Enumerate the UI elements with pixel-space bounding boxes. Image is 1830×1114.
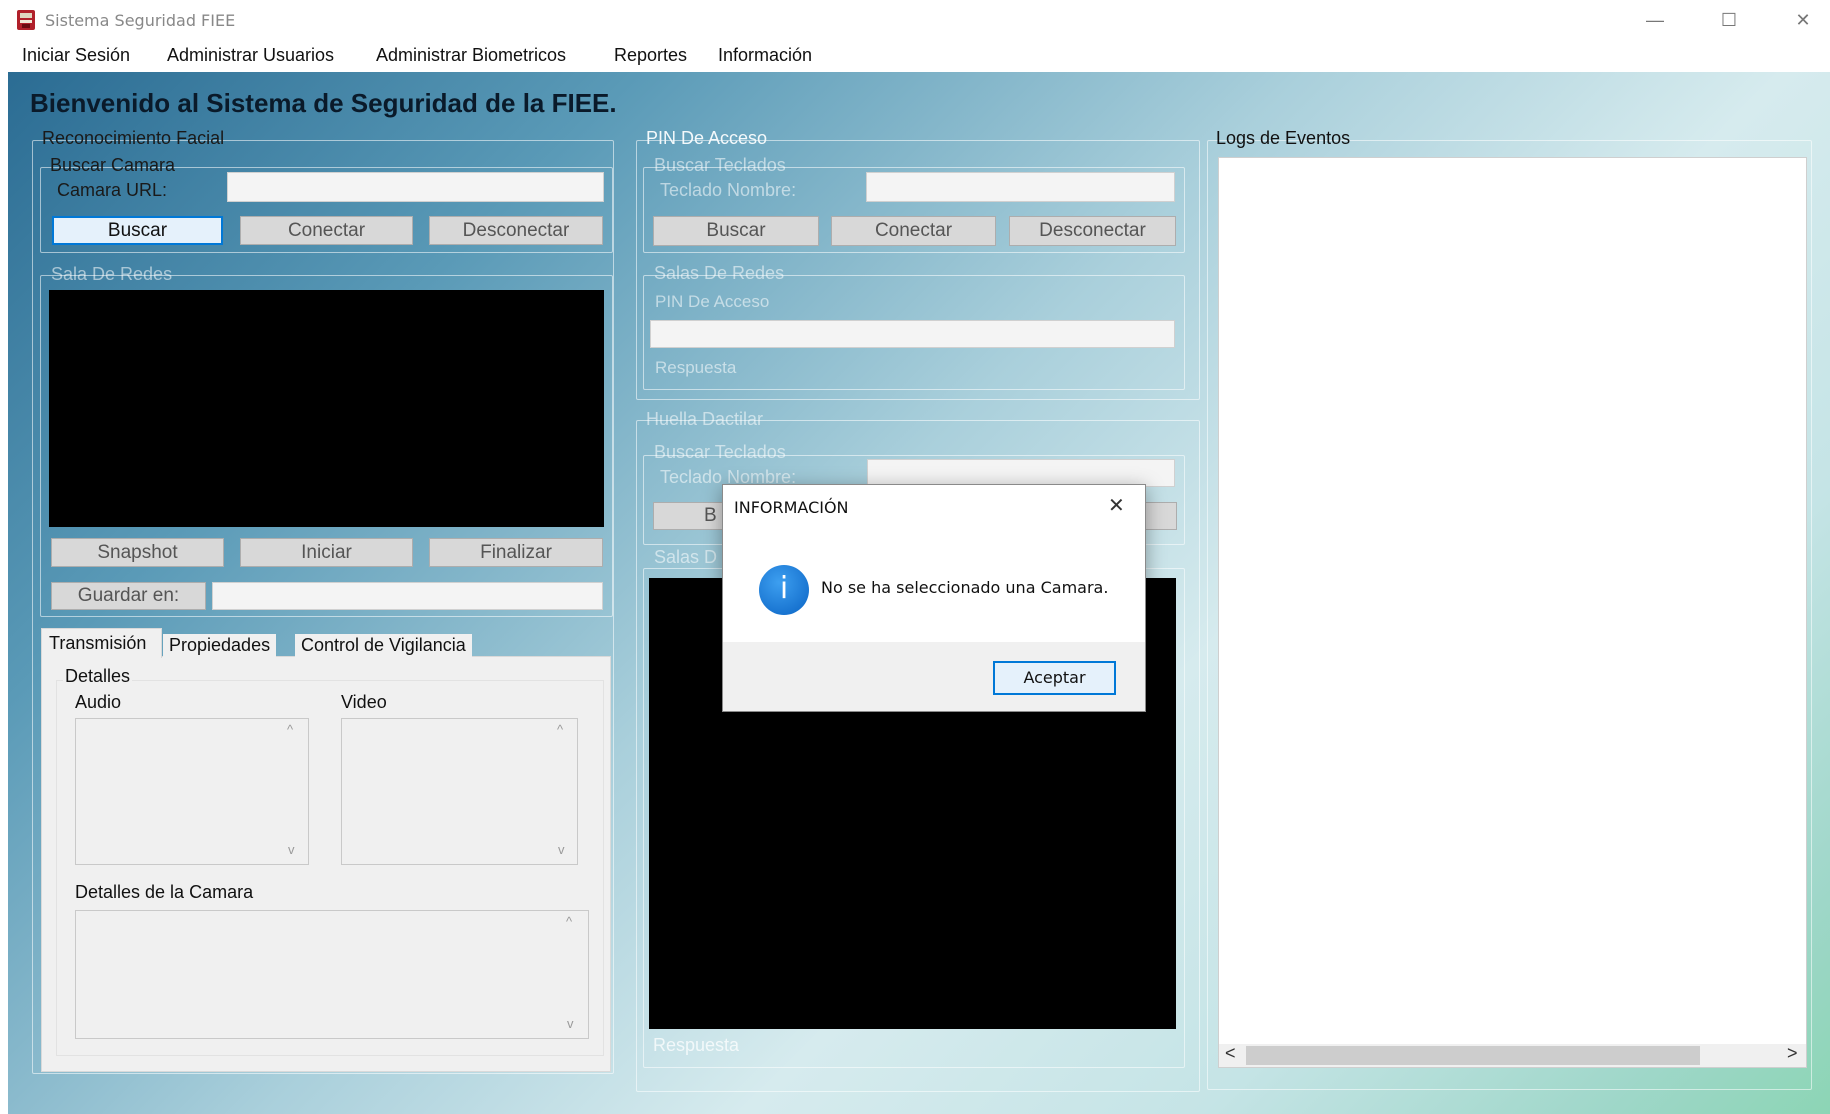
- close-window-button[interactable]: ✕: [1778, 4, 1828, 36]
- start-button[interactable]: Iniciar: [240, 538, 413, 567]
- pin-rooms-label: Salas De Redes: [654, 263, 785, 283]
- fingerprint-keyboard-name-input[interactable]: [867, 459, 1175, 487]
- fingerprint-response-label: Respuesta: [653, 1035, 740, 1055]
- info-dialog: INFORMACIÓN ✕ i No se ha seleccionado un…: [722, 484, 1146, 712]
- event-logs-label: Logs de Eventos: [1216, 128, 1351, 148]
- video-list[interactable]: [341, 718, 578, 865]
- camera-search-label: Buscar Camara: [50, 155, 176, 175]
- video-scroll-down-icon[interactable]: v: [558, 842, 565, 857]
- menu-reportes[interactable]: Reportes: [614, 45, 687, 66]
- details-label: Detalles: [63, 666, 133, 687]
- pin-search-button[interactable]: Buscar: [653, 216, 819, 246]
- audio-scroll-up-icon[interactable]: ^: [287, 722, 293, 737]
- app-icon: [16, 9, 36, 31]
- title-bar: [0, 0, 1830, 40]
- tab-propiedades[interactable]: Propiedades: [163, 634, 277, 657]
- video-scroll-up-icon[interactable]: ^: [557, 722, 563, 737]
- menu-iniciar-sesion[interactable]: Iniciar Sesión: [22, 45, 130, 66]
- save-to-button[interactable]: Guardar en:: [51, 582, 206, 610]
- camera-details-box[interactable]: [75, 910, 589, 1039]
- page-title: Bienvenido al Sistema de Seguridad de la…: [30, 88, 617, 118]
- facial-recognition-label: Reconocimiento Facial: [42, 128, 225, 148]
- pin-disconnect-button[interactable]: Desconectar: [1009, 216, 1176, 246]
- fingerprint-keyboard-search-label: Buscar Teclados: [654, 442, 786, 462]
- camera-connect-button[interactable]: Conectar: [240, 216, 413, 245]
- menu-informacion[interactable]: Información: [718, 45, 812, 66]
- camera-details-scroll-down-icon[interactable]: v: [567, 1016, 574, 1031]
- camera-url-input[interactable]: [227, 172, 604, 202]
- camera-details-label: Detalles de la Camara: [75, 882, 254, 902]
- menu-administrar-usuarios[interactable]: Administrar Usuarios: [167, 45, 334, 66]
- camera-disconnect-button[interactable]: Desconectar: [429, 216, 603, 245]
- fingerprint-label: Huella Dactilar: [646, 409, 764, 429]
- logs-scroll-left-icon[interactable]: <: [1225, 1043, 1236, 1064]
- camera-details-scroll-up-icon[interactable]: ^: [566, 914, 572, 929]
- pin-code-label: PIN De Acceso: [655, 292, 770, 311]
- dialog-close-icon[interactable]: ✕: [1108, 493, 1125, 518]
- snapshot-button[interactable]: Snapshot: [51, 538, 224, 567]
- pin-keyboard-search-label: Buscar Teclados: [654, 155, 786, 175]
- maximize-button[interactable]: ☐: [1704, 4, 1754, 36]
- network-room-label: Sala De Redes: [51, 264, 173, 284]
- minimize-button[interactable]: —: [1630, 4, 1680, 36]
- window-title: Sistema Seguridad FIEE: [45, 11, 236, 30]
- dialog-message: No se ha seleccionado una Camara.: [821, 578, 1109, 597]
- pin-code-input[interactable]: [650, 320, 1175, 348]
- video-label: Video: [341, 692, 387, 712]
- dialog-ok-button[interactable]: Aceptar: [993, 661, 1116, 695]
- tab-control-vigilancia[interactable]: Control de Vigilancia: [295, 634, 472, 657]
- save-path-input[interactable]: [212, 582, 603, 610]
- logs-scroll-right-icon[interactable]: >: [1787, 1043, 1798, 1064]
- camera-url-label: Camara URL:: [57, 180, 168, 200]
- fingerprint-rooms-label: Salas D: [654, 547, 718, 567]
- stop-button[interactable]: Finalizar: [429, 538, 603, 567]
- menu-administrar-biometricos[interactable]: Administrar Biometricos: [376, 45, 566, 66]
- audio-label: Audio: [75, 692, 122, 712]
- info-icon: i: [759, 565, 809, 615]
- pin-connect-button[interactable]: Conectar: [831, 216, 996, 246]
- dialog-title: INFORMACIÓN: [734, 498, 849, 517]
- audio-list[interactable]: [75, 718, 309, 865]
- logs-scroll-thumb[interactable]: [1246, 1046, 1700, 1065]
- pin-keyboard-name-label: Teclado Nombre:: [660, 180, 797, 200]
- camera-video-view: [49, 290, 604, 527]
- audio-scroll-down-icon[interactable]: v: [288, 842, 295, 857]
- pin-keyboard-name-input[interactable]: [866, 172, 1175, 202]
- pin-response-label: Respuesta: [655, 358, 737, 377]
- event-logs-list[interactable]: [1218, 157, 1807, 1068]
- pin-access-label: PIN De Acceso: [646, 128, 768, 148]
- camera-search-button[interactable]: Buscar: [52, 216, 223, 245]
- tab-transmision[interactable]: Transmisión: [49, 633, 146, 654]
